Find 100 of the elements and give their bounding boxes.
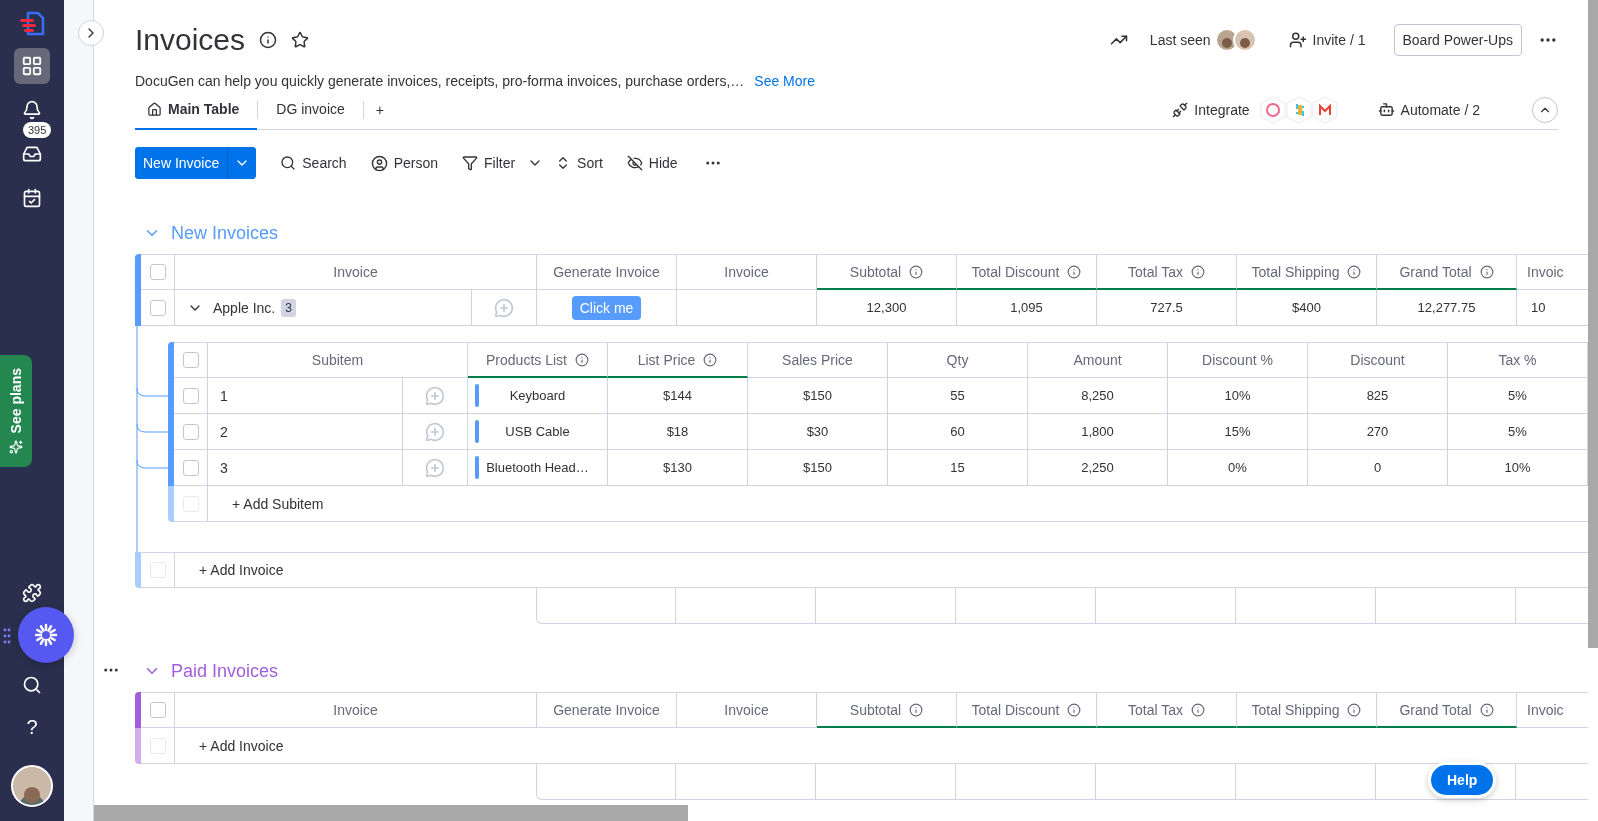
column-header: Grand Total [1399,701,1472,718]
table-cell: 60 [888,414,1028,450]
column-header: Generate Invoice [553,702,660,718]
column-header: Products List [486,351,567,368]
toolbar-button[interactable]: Hide [614,147,690,179]
subitem-name: 1 [220,387,228,404]
table-cell: $150 [748,450,888,486]
checkbox[interactable] [149,264,166,280]
checkbox-placeholder [182,495,199,512]
add-view-button[interactable]: + [363,93,396,126]
subitem-name: 3 [220,459,228,476]
notification-count: 395 [23,122,52,138]
column-header: Generate Invoice [553,264,660,280]
view-tab[interactable]: DG invoice [258,90,363,130]
add-invoice-link[interactable]: + Add Invoice [175,562,284,578]
info-icon [909,702,924,717]
user-plus-icon [1288,31,1307,49]
table-cell: $18 [608,414,748,450]
user-avatar[interactable] [11,765,53,807]
table-cell: $150 [748,378,888,414]
table-cell: $144 [608,378,748,414]
puzzle-icon[interactable] [22,583,42,603]
toolbar-button[interactable]: Sort [543,147,615,179]
column-header: Discount % [1202,352,1273,368]
add-subitem-link[interactable]: + Add Subitem [208,495,324,512]
table-cell: 0 [1308,450,1448,486]
star-icon[interactable] [291,31,310,49]
bell-icon [22,100,42,120]
horizontal-scrollbar[interactable] [94,805,688,821]
info-icon [1067,702,1082,717]
toolbar-button[interactable]: Person [358,147,450,179]
column-header: Tax % [1498,352,1537,368]
toolbar-button[interactable]: Search [268,147,359,179]
table-cell: 55 [888,378,1028,414]
checkbox[interactable] [182,459,199,476]
info-icon [703,352,718,367]
table-cell: 2,250 [1028,450,1168,486]
column-header: Total Tax [1128,263,1183,280]
checkbox[interactable] [182,352,199,368]
last-seen-label: Last seen [1149,32,1211,48]
info-icon [1479,264,1494,279]
info-icon [1347,702,1362,717]
see-plans-tab[interactable]: See plans [0,355,32,467]
info-icon [1479,702,1494,717]
column-header: Invoice [724,264,769,280]
table-cell: 12,300 [817,290,957,326]
search-icon [280,155,297,171]
group-title: New Invoices [171,222,279,244]
column-header: Subitem [311,352,364,368]
plug-icon [1172,101,1189,118]
toolbar-button[interactable]: Filter [450,147,528,179]
vertical-scrollbar[interactable] [1588,0,1598,648]
person-icon [370,154,388,172]
item-name: Apple Inc. [213,299,276,316]
checkbox[interactable] [149,702,166,718]
grid-icon [21,55,43,77]
column-header: Amount [1073,352,1122,368]
new-invoice-button[interactable]: New Invoice [135,147,229,179]
add-invoice-link[interactable]: + Add Invoice [175,737,284,754]
asterisk-icon [33,622,59,648]
table-cell: 15% [1168,414,1308,450]
automate-button[interactable]: Automate / 2 [1365,93,1492,126]
inbox-icon [22,144,42,164]
checkbox[interactable] [149,299,166,316]
column-header: Discount [1350,352,1405,368]
table-cell: 1,800 [1028,414,1168,450]
view-tab[interactable]: Main Table [135,90,258,130]
table-cell: 270 [1308,414,1448,450]
nav-button[interactable] [14,48,50,84]
help-link[interactable]: ? [26,715,38,739]
info-icon[interactable] [259,31,278,49]
row-color-bar [168,486,174,522]
group-title: Paid Invoices [171,660,279,682]
column-header: Subtotal [849,263,902,280]
search-icon[interactable] [22,675,42,695]
row-color-bar [135,552,141,588]
checkbox[interactable] [182,387,199,404]
table-cell: 12,277.75 [1377,290,1517,326]
column-header: Qty [946,352,969,368]
user-avatar [1232,28,1257,52]
product-cell: Keyboard [468,378,608,414]
table-cell: $130 [608,450,748,486]
product-cell: Bluetooth Head… [468,450,608,486]
column-header: List Price [637,351,696,368]
table-cell: 10% [1168,378,1308,414]
power-ups-button[interactable]: Board Power-Ups [1393,24,1522,56]
column-header: Total Shipping [1251,701,1340,718]
checkbox[interactable] [182,423,199,440]
info-icon [574,352,589,367]
logo-icon [18,10,46,38]
column-header: Total Discount [971,263,1060,280]
see-more-link[interactable]: See More [754,72,815,90]
calendar-check-icon [22,188,42,208]
expand-button[interactable] [78,20,104,46]
invite-button[interactable]: Invite / 1 [1276,24,1378,56]
subitem-count: 3 [281,298,296,317]
table-cell: 15 [888,450,1028,486]
checkbox-placeholder [149,737,166,754]
column-header: Invoice [333,702,378,718]
board-title: Invoices [135,22,246,58]
